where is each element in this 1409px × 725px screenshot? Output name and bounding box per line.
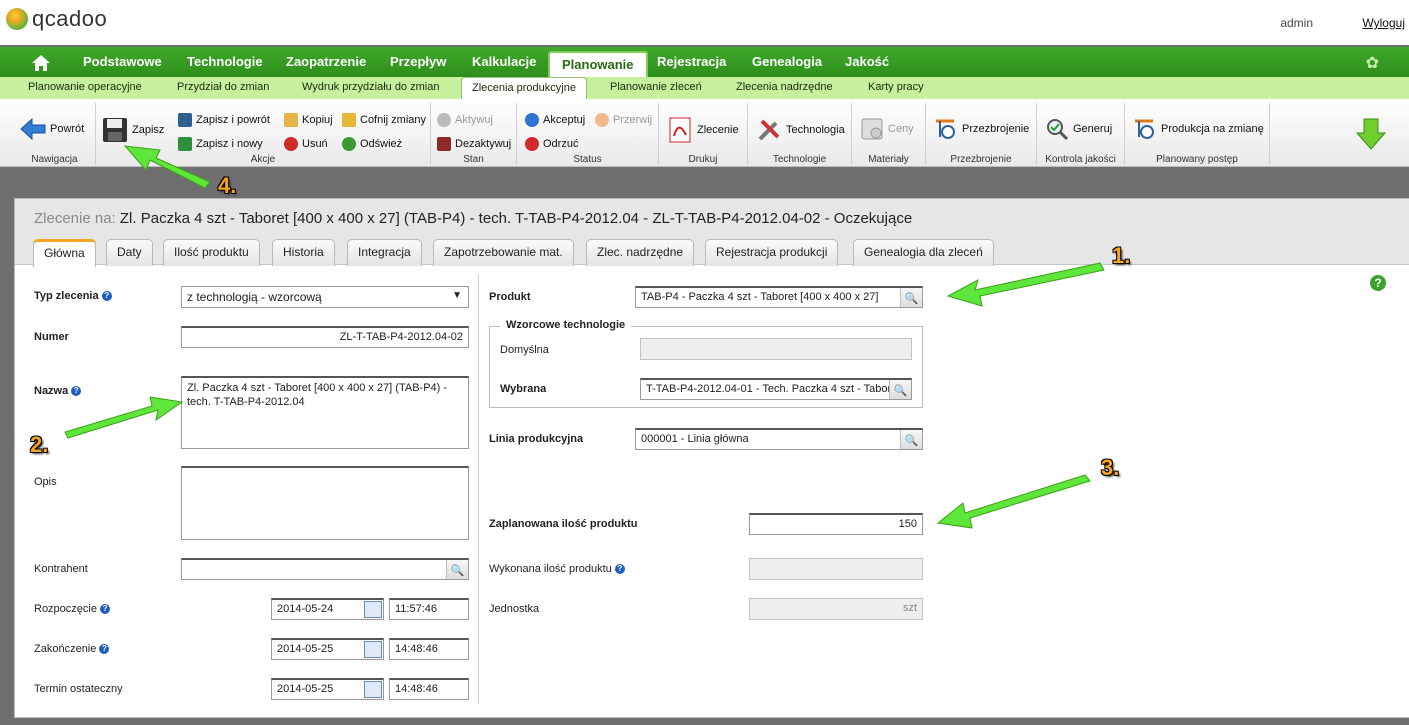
annotation-label-4: 4. [218, 173, 237, 198]
annotation-label-1: 1. [1112, 243, 1131, 268]
annotation-label-3: 3. [1101, 455, 1120, 480]
annotation-label-2: 2. [30, 432, 49, 457]
annotation-arrows [64, 145, 1105, 529]
annotation-arrow-2 [64, 396, 184, 439]
annotation-arrow-1 [946, 262, 1105, 307]
annotation-arrow-4 [123, 145, 211, 189]
annotation-arrow-3 [936, 474, 1091, 529]
